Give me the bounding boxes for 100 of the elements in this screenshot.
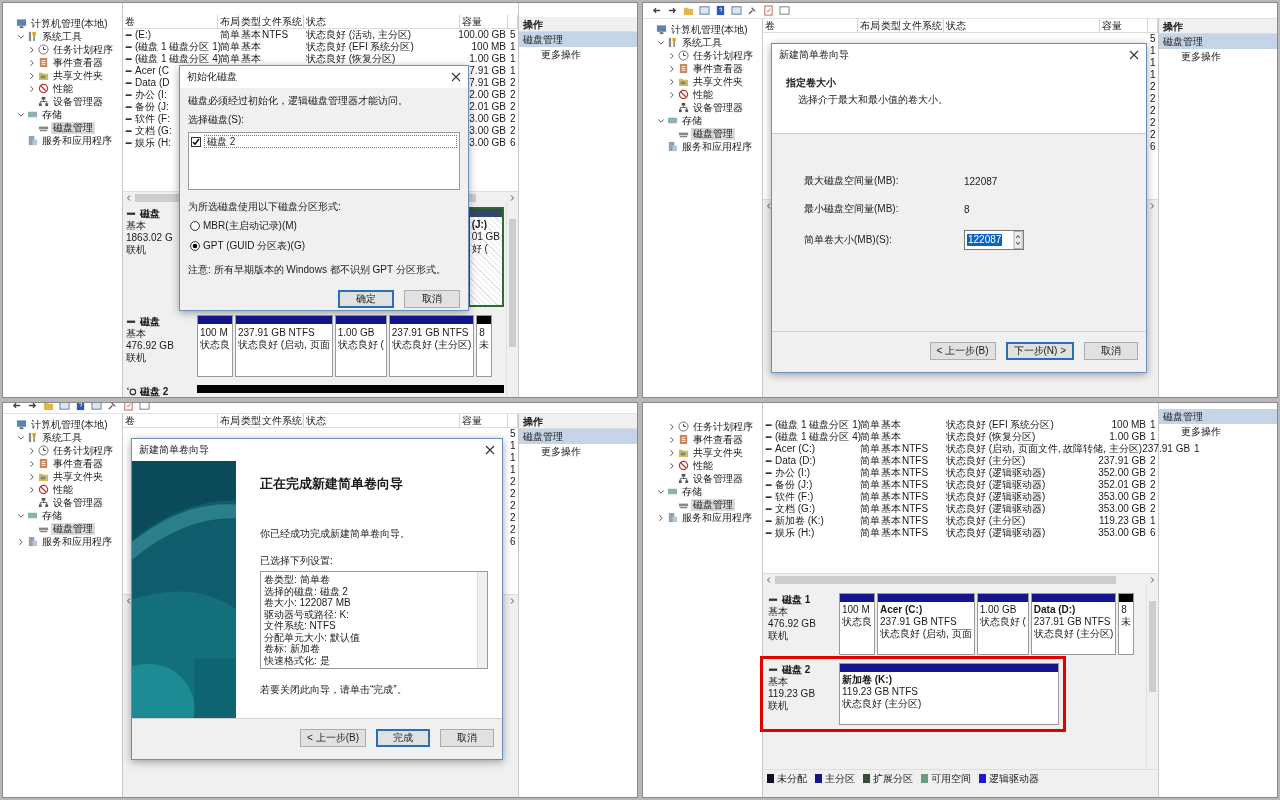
action-item[interactable]: 磁盘管理 (519, 429, 637, 444)
tree-item[interactable]: 任务计划程序 (51, 43, 115, 56)
dialog-title: 新建简单卷向导 (139, 443, 209, 457)
table-cell: 状态良好 (恢复分区) (306, 53, 396, 65)
partition[interactable]: 237.91 GB NTFS 状态良好 (启动, 页面 (235, 315, 333, 377)
partition[interactable]: 8 未 (1118, 593, 1135, 655)
tree-item[interactable]: 设备管理器 (51, 496, 105, 509)
tree-item[interactable]: 性能 (691, 88, 715, 101)
table-cell: 简单 (860, 431, 880, 443)
column-header[interactable]: 布局 (858, 19, 879, 33)
column-header[interactable]: 容量 (1100, 19, 1148, 33)
tree-item[interactable]: 磁盘管理 (691, 127, 735, 140)
tree-item[interactable]: 共享文件夹 (691, 446, 745, 459)
column-header[interactable]: 文件系统 (900, 19, 944, 33)
tree-item[interactable]: 事件查看器 (691, 433, 745, 446)
column-header[interactable]: 卷 (123, 414, 218, 428)
tree-item[interactable]: 存储 (680, 114, 704, 127)
action-item[interactable]: 更多操作 (1159, 49, 1277, 64)
dialog-button[interactable]: 取消 (440, 729, 494, 747)
tree-item[interactable]: 磁盘管理 (51, 121, 95, 134)
partition[interactable]: 100 M 状态良 (839, 593, 875, 655)
tree-item[interactable]: 服务和应用程序 (680, 511, 754, 524)
tree-item[interactable]: 共享文件夹 (51, 69, 105, 82)
table-cell: 简单 (220, 29, 240, 41)
column-header[interactable]: 状态 (944, 19, 1100, 33)
partition[interactable]: 新加卷 (K:) 119.23 GB NTFS 状态良好 (主分区) (839, 663, 1059, 725)
partition[interactable]: 100 M 状态良 (197, 315, 233, 377)
dialog-button[interactable]: < 上一步(B) (929, 342, 996, 360)
tree-item[interactable]: 事件查看器 (51, 56, 105, 69)
action-item[interactable]: 磁盘管理 (1159, 409, 1277, 424)
table-cell: NTFS (902, 527, 929, 539)
column-header[interactable]: 容量 (460, 15, 508, 29)
number-field[interactable]: 122087 (964, 230, 1024, 250)
tree-item[interactable]: 服务和应用程序 (40, 134, 114, 147)
action-item[interactable]: 更多操作 (1159, 424, 1277, 439)
tree-item[interactable]: 设备管理器 (51, 95, 105, 108)
tree-item[interactable]: 服务和应用程序 (680, 140, 754, 153)
column-header[interactable]: 卷 (763, 19, 858, 33)
column-header[interactable]: 文件系统 (260, 15, 304, 29)
tree-item[interactable]: 设备管理器 (691, 101, 745, 114)
column-header[interactable]: 状态 (304, 414, 460, 428)
disk-type: 基本 (126, 220, 147, 231)
dialog-button[interactable]: 确定 (338, 290, 394, 308)
partition[interactable]: Data (D:) 237.91 GB NTFS 状态良好 (主分区) (1030, 593, 1117, 655)
partition[interactable]: 1.00 GB 状态良好 ( (334, 315, 387, 377)
tree-item[interactable]: 磁盘管理 (691, 498, 735, 511)
dialog-button[interactable]: 下一步(N) > (1005, 342, 1074, 360)
tree-item[interactable]: 事件查看器 (51, 457, 105, 470)
partition[interactable]: 8 未 (476, 315, 493, 377)
tree-item[interactable]: 系统工具 (40, 431, 84, 444)
tree-item[interactable]: 事件查看器 (691, 62, 745, 75)
table-cell: 2 (510, 512, 516, 524)
tree-item[interactable]: 任务计划程序 (691, 49, 755, 62)
column-header[interactable]: 状态 (304, 15, 460, 29)
tree-item[interactable]: 设备管理器 (691, 472, 745, 485)
tree-item[interactable]: 性能 (51, 82, 75, 95)
column-header[interactable]: 类型 (239, 15, 260, 29)
tree-item[interactable]: 服务和应用程序 (40, 535, 114, 548)
dialog-button[interactable]: 取消 (1084, 342, 1138, 360)
tree-item[interactable]: 系统工具 (40, 30, 84, 43)
tree-item[interactable]: 任务计划程序 (691, 420, 755, 433)
tree-item[interactable]: 存储 (40, 108, 64, 121)
partition-info: 未 (1121, 616, 1132, 627)
tree-item[interactable]: 存储 (40, 509, 64, 522)
table-cell: 100 MB (471, 41, 506, 53)
list-item[interactable]: 磁盘 2 (204, 135, 457, 148)
tree-item[interactable]: 任务计划程序 (51, 444, 115, 457)
column-header[interactable]: 类型 (879, 19, 900, 33)
column-header[interactable]: 卷 (123, 15, 218, 29)
column-header[interactable]: 文件系统 (260, 414, 304, 428)
radio-label[interactable]: GPT (GUID 分区表)(G) (203, 239, 306, 253)
tree-item[interactable]: 计算机管理(本地) (669, 23, 750, 36)
tree-item[interactable]: 性能 (691, 459, 715, 472)
partition[interactable]: Acer (C:) 237.91 GB NTFS 状态良好 (启动, 页面 (877, 593, 975, 655)
summary-line: 驱动器号或路径: K: (264, 608, 350, 620)
tree-item[interactable]: 系统工具 (680, 36, 724, 49)
tree-item[interactable]: 共享文件夹 (691, 75, 745, 88)
dialog-button[interactable]: 取消 (404, 290, 460, 308)
column-header[interactable]: 容量 (460, 414, 508, 428)
table-cell: NTFS (262, 29, 289, 41)
partition[interactable]: (J:) 01 GB 好 ( (467, 207, 504, 307)
tree-item[interactable]: 共享文件夹 (51, 470, 105, 483)
tree-item[interactable]: 磁盘管理 (51, 522, 95, 535)
column-header[interactable]: 类型 (239, 414, 260, 428)
column-header[interactable]: 布局 (218, 15, 239, 29)
tree-item[interactable]: 存储 (680, 485, 704, 498)
tree-item[interactable]: 性能 (51, 483, 75, 496)
column-header[interactable]: 布局 (218, 414, 239, 428)
tree-item[interactable]: 计算机管理(本地) (29, 418, 110, 431)
action-item[interactable]: 磁盘管理 (1159, 34, 1277, 49)
dialog-button[interactable]: < 上一步(B) (300, 729, 366, 747)
action-item[interactable]: 更多操作 (519, 444, 637, 459)
dialog-button[interactable]: 完成 (376, 729, 430, 747)
partition-info: 100 M (842, 604, 871, 615)
partition[interactable]: 1.00 GB 状态良好 ( (976, 593, 1029, 655)
action-item[interactable]: 磁盘管理 (519, 32, 637, 47)
action-item[interactable]: 更多操作 (519, 47, 637, 62)
tree-item[interactable]: 计算机管理(本地) (29, 17, 110, 30)
partition[interactable]: 237.91 GB NTFS 状态良好 (主分区) (388, 315, 475, 377)
radio-label[interactable]: MBR(主启动记录)(M) (203, 219, 297, 233)
